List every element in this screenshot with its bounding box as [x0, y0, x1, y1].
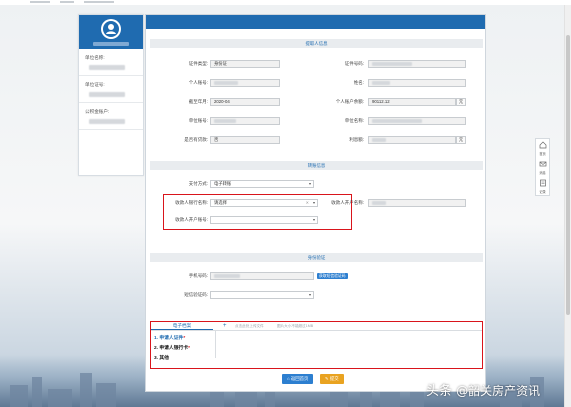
section-header-verify: 身份验证: [150, 253, 483, 262]
avatar: [101, 18, 121, 39]
blurred-tab: [30, 1, 50, 3]
chevron-down-icon: ▾: [308, 181, 311, 186]
left-item-label: 公积金账户:: [85, 109, 110, 114]
interest-label: 利息额:: [349, 137, 364, 142]
loan-status-field: 否: [210, 136, 280, 144]
chevron-down-icon: ▾: [312, 217, 315, 222]
attachment-item-label: 1. 申请人证件: [154, 336, 184, 341]
id-type-field: 身份证: [210, 60, 280, 68]
personal-account-label: 个人账号:: [188, 80, 208, 85]
left-item-label: 单位名称:: [85, 55, 105, 60]
required-star: *: [188, 346, 190, 351]
submit-button[interactable]: ✎ 提交: [320, 374, 344, 384]
account-name-field: [368, 199, 466, 207]
pay-method-select[interactable]: 电子转账 ▾: [210, 180, 314, 188]
upload-hint[interactable]: 点击此处上传文件: [235, 324, 264, 329]
attachment-item-bank-card[interactable]: 2. 申请人银行卡*: [154, 344, 190, 351]
toolbar-label: 记录: [539, 190, 546, 194]
balance-field: 90112.12: [368, 98, 456, 106]
phone-field: [210, 272, 314, 280]
section-header-transfer: 转账信息: [150, 161, 483, 170]
id-number-label: 证件号码:: [344, 61, 364, 66]
browser-top-bar: [0, 0, 571, 5]
right-float-toolbar: 首页 消息 记录: [535, 138, 550, 196]
home-button-label: 返回首页: [290, 376, 309, 381]
loan-status-label: 是否有贷款:: [184, 137, 208, 142]
page-scrollbar[interactable]: [564, 5, 571, 407]
pay-method-value: 电子转账: [214, 181, 232, 186]
id-number-field: [368, 60, 466, 68]
unit-account-field: [210, 117, 280, 125]
account-name-label: 收款人开户名称:: [331, 200, 364, 205]
toolbar-message[interactable]: 消息: [536, 158, 549, 177]
attachment-header: 电子档案 + 点击此处上传文件 图片大小不能超过1MB: [151, 322, 482, 331]
left-item-unit-name: 单位名称:: [79, 49, 143, 76]
yuan-unit: 元: [456, 98, 466, 106]
bank-name-placeholder: 请选择: [214, 200, 227, 205]
pay-method-label: 支付方式:: [188, 181, 208, 186]
account-number-input[interactable]: ▾: [210, 216, 318, 224]
blurred-value: [89, 65, 125, 70]
chevron-down-icon: ▾: [308, 292, 311, 297]
get-sms-code-button[interactable]: 获取短信验证码: [317, 273, 348, 279]
watermark-account: @韶关房产资讯: [456, 384, 541, 398]
toolbar-records[interactable]: 记录: [536, 177, 549, 196]
list-icon: [539, 179, 546, 187]
unit-name-label: 单位名称:: [344, 118, 364, 123]
blurred-tab: [84, 1, 114, 3]
blurred-tab: [60, 1, 74, 3]
sms-code-label: 短信验证码:: [184, 292, 208, 297]
user-info-panel: 单位名称: 单位证号: 公积金账户:: [78, 14, 144, 176]
toolbar-label: 首页: [539, 152, 546, 156]
home-icon: [539, 141, 546, 149]
yuan-unit: 元: [456, 136, 466, 144]
name-label: 姓名:: [353, 80, 364, 85]
attachment-panel: 电子档案 + 点击此处上传文件 图片大小不能超过1MB 1. 申请人证件* 2.…: [150, 321, 483, 369]
user-icon: [103, 20, 119, 37]
phone-label: 手机号码:: [188, 273, 208, 278]
bank-name-label: 收款人银行名称:: [175, 200, 208, 205]
attachment-item-other[interactable]: 3. 其他: [154, 354, 169, 361]
blurred-value: [89, 92, 125, 97]
left-item-unit-id: 单位证号:: [79, 76, 143, 103]
toolbar-home[interactable]: 首页: [536, 139, 549, 158]
toolbar-label: 消息: [539, 171, 546, 175]
size-hint: 图片大小不能超过1MB: [277, 324, 314, 328]
blurred-username: [93, 41, 129, 46]
account-number-label: 收款人开户账号:: [175, 217, 208, 222]
tab-electronic-archive[interactable]: 电子档案: [151, 322, 213, 330]
blurred-value: [89, 119, 125, 124]
scrollbar-thumb[interactable]: [566, 35, 570, 315]
required-star: *: [183, 336, 186, 341]
personal-account-field: [210, 79, 280, 87]
unit-name-field: [368, 117, 466, 125]
section-header-applicant: 提取人信息: [150, 39, 483, 48]
home-button[interactable]: ⌂ 返回首页: [282, 374, 314, 384]
plus-icon[interactable]: +: [223, 323, 227, 329]
interest-field: [368, 136, 456, 144]
left-item-fund-account: 公积金账户:: [79, 103, 143, 130]
name-field: [368, 79, 466, 87]
watermark: 头条 @韶关房产资讯: [426, 380, 540, 399]
user-panel-header: [79, 15, 143, 49]
divider: [215, 331, 216, 358]
paid-until-label: 截至年月:: [188, 99, 208, 104]
sms-code-input[interactable]: ▾: [210, 291, 314, 299]
withdrawal-form-panel: 提取人信息 证件类型: 身份证 证件号码: 个人账号: 姓名: 截至年月: 20…: [145, 14, 486, 392]
submit-button-label: 提交: [329, 376, 339, 381]
panel-title: [146, 15, 485, 29]
attachment-item-label: 2. 申请人银行卡: [154, 346, 189, 351]
left-item-label: 单位证号:: [85, 82, 105, 87]
id-type-label: 证件类型:: [188, 61, 208, 66]
unit-account-label: 单位账号:: [188, 118, 208, 123]
attachment-item-label: 3. 其他: [154, 356, 169, 361]
balance-label: 个人账户余额:: [335, 99, 364, 104]
bank-name-select[interactable]: 请选择 ✕ ▾: [210, 199, 318, 207]
attachment-item-id[interactable]: 1. 申请人证件*: [154, 334, 185, 341]
watermark-prefix: 头条: [426, 384, 453, 399]
paid-until-field: 2020-04: [210, 98, 280, 106]
mail-icon: [539, 161, 546, 167]
